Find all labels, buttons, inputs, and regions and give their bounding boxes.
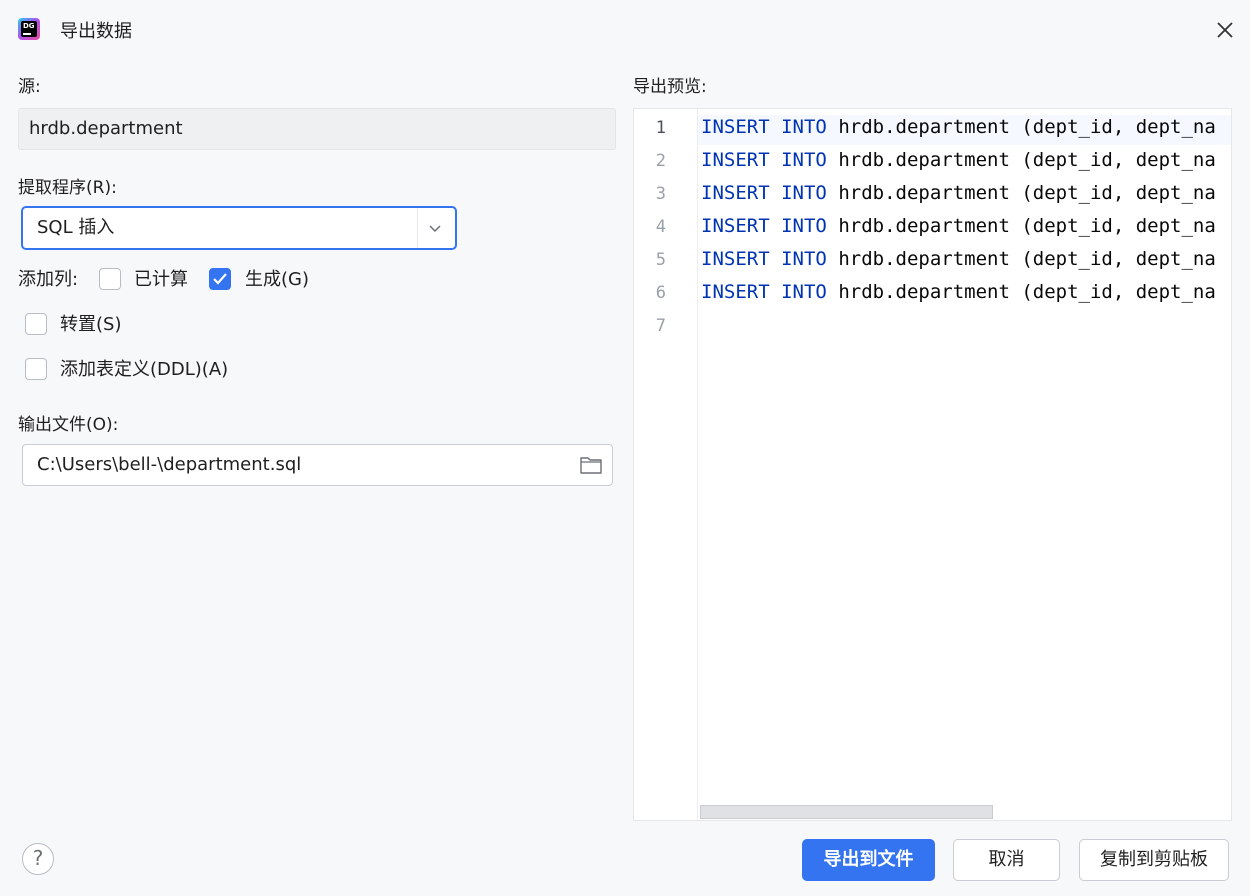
ddl-checkbox[interactable] xyxy=(25,358,47,380)
line-number: 2 xyxy=(655,151,666,171)
transpose-checkbox-label: 转置(S) xyxy=(60,314,122,335)
close-icon[interactable] xyxy=(1212,17,1238,43)
computed-checkbox-label: 已计算 xyxy=(134,269,188,290)
copy-to-clipboard-button[interactable]: 复制到剪贴板 xyxy=(1079,839,1229,881)
folder-icon[interactable] xyxy=(579,455,603,475)
output-file-label: 输出文件(O): xyxy=(18,415,119,435)
line-number: 7 xyxy=(655,316,666,336)
code-line: INSERT INTO hrdb.department (dept_id, de… xyxy=(701,149,1216,171)
ddl-checkbox-label: 添加表定义(DDL)(A) xyxy=(60,359,229,380)
source-label: 源: xyxy=(18,77,41,97)
chevron-down-icon xyxy=(429,225,441,233)
extractor-combobox[interactable]: SQL 插入 xyxy=(21,206,457,250)
generated-checkbox-label: 生成(G) xyxy=(245,269,309,290)
code-line: INSERT INTO hrdb.department (dept_id, de… xyxy=(701,281,1216,303)
add-columns-label: 添加列: xyxy=(18,269,79,290)
export-preview-editor[interactable]: 1 INSERT INTO hrdb.department (dept_id, … xyxy=(633,108,1232,821)
output-file-input[interactable]: C:\Users\bell-\department.sql xyxy=(22,444,613,486)
datagrip-app-icon: DG xyxy=(18,18,40,40)
line-number: 1 xyxy=(655,118,666,138)
cancel-button[interactable]: 取消 xyxy=(953,839,1060,881)
source-field: hrdb.department xyxy=(18,108,616,150)
line-number: 6 xyxy=(655,283,666,303)
code-line: INSERT INTO hrdb.department (dept_id, de… xyxy=(701,182,1216,204)
code-line: INSERT INTO hrdb.department (dept_id, de… xyxy=(701,116,1216,138)
output-file-path: C:\Users\bell-\department.sql xyxy=(37,454,302,475)
line-number: 4 xyxy=(655,217,666,237)
extractor-label: 提取程序(R): xyxy=(18,178,117,198)
line-number: 5 xyxy=(655,250,666,270)
code-line: INSERT INTO hrdb.department (dept_id, de… xyxy=(701,248,1216,270)
horizontal-scrollbar-thumb[interactable] xyxy=(700,805,993,819)
dialog-title: 导出数据 xyxy=(60,21,132,42)
help-button[interactable]: ? xyxy=(22,843,54,875)
generated-checkbox[interactable] xyxy=(209,268,231,290)
preview-label: 导出预览: xyxy=(633,77,707,97)
extractor-selected-value: SQL 插入 xyxy=(37,217,115,238)
line-number: 3 xyxy=(655,184,666,204)
computed-checkbox[interactable] xyxy=(99,268,121,290)
checkmark-icon xyxy=(212,272,227,285)
line-number-gutter xyxy=(634,109,698,820)
export-to-file-button[interactable]: 导出到文件 xyxy=(802,839,935,881)
transpose-checkbox[interactable] xyxy=(25,313,47,335)
code-line: INSERT INTO hrdb.department (dept_id, de… xyxy=(701,215,1216,237)
combo-separator xyxy=(417,208,418,248)
